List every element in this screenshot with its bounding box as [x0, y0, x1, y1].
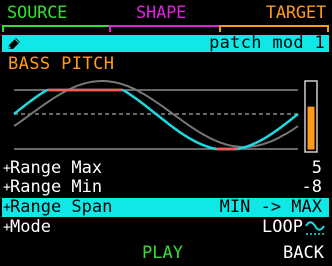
loop-wave-icon [305, 221, 325, 235]
back-button[interactable]: BACK [283, 243, 324, 263]
tab-rule-target [220, 25, 329, 27]
tab-tick-middle-left [109, 25, 111, 32]
tab-tick-right [327, 25, 329, 32]
parameter-name: BASS PITCH [8, 54, 115, 74]
row-label: Range Min [10, 177, 103, 197]
play-button[interactable]: PLAY [142, 243, 183, 263]
patch-name: patch mod 1 [209, 33, 325, 53]
row-label: Range Span [10, 197, 113, 217]
tab-rule-source [2, 25, 110, 27]
tab-shape[interactable]: SHAPE [136, 3, 186, 23]
waveform-plot [13, 80, 318, 153]
row-range-max[interactable]: + Range Max 5 [2, 159, 329, 178]
row-range-span[interactable]: + Range Span MIN -> MAX [2, 198, 329, 217]
row-mode[interactable]: + Mode LOOP [2, 218, 329, 237]
row-value: 5 [311, 158, 322, 178]
row-label: Range Max [10, 158, 103, 178]
row-value: LOOP [262, 217, 303, 237]
tab-tick-left [2, 25, 4, 32]
tab-target[interactable]: TARGET [266, 3, 326, 23]
tab-source[interactable]: SOURCE [7, 3, 67, 23]
row-value: MIN -> MAX [219, 197, 322, 217]
row-label: Mode [10, 217, 51, 237]
output-wave [13, 88, 299, 151]
level-meter-fill [307, 106, 315, 150]
tab-rule-shape [110, 25, 220, 27]
row-range-min[interactable]: + Range Min -8 [2, 178, 329, 197]
pencil-icon[interactable] [6, 36, 22, 51]
tab-tick-middle-right [219, 25, 221, 32]
patch-name-bar[interactable]: patch mod 1 [2, 33, 329, 53]
row-value: -8 [301, 177, 322, 197]
